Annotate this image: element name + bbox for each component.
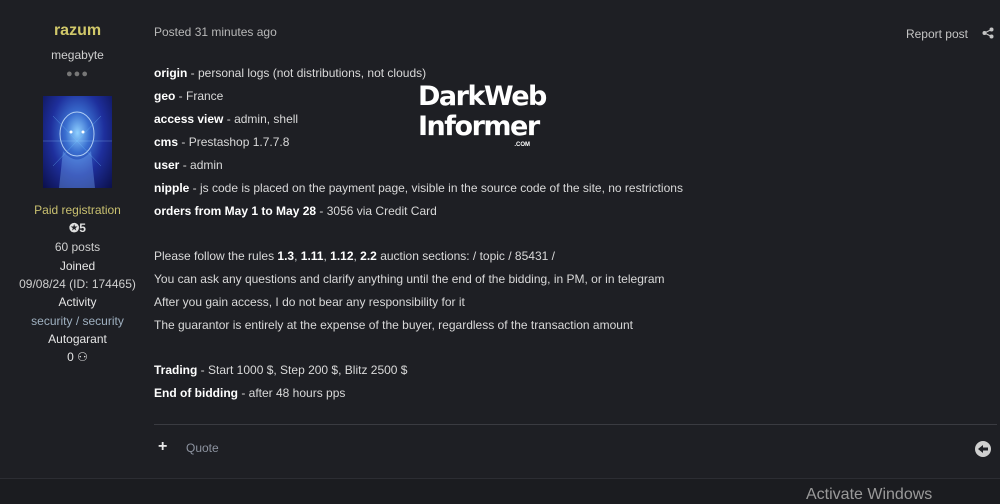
darkweb-informer-logo: DarkWeb Informer .COM (418, 81, 547, 149)
rules-line: Please follow the rules 1.3, 1.11, 1.12,… (154, 249, 555, 263)
plus-icon[interactable]: + (158, 438, 167, 456)
activity-value: security / security (31, 314, 124, 328)
author-rank: megabyte (51, 48, 104, 62)
field-line: nipple - js code is placed on the paymen… (154, 181, 683, 195)
text-line: You can ask any questions and clarify an… (154, 272, 665, 286)
share-icon[interactable] (982, 27, 994, 39)
autogarant-label: Autogarant (48, 332, 107, 346)
autogarant-value: 0 ⚇ (0, 350, 155, 364)
joined-label: Joined (59, 259, 96, 273)
post-timestamp[interactable]: Posted 31 minutes ago (154, 25, 277, 39)
field-line: orders from May 1 to May 28 - 3056 via C… (154, 204, 437, 218)
reputation-icon: ✪ (69, 221, 80, 235)
report-post-link[interactable]: Report post (906, 27, 968, 41)
handshake-icon: ⚇ (77, 350, 88, 364)
autogarant-count: 0 (67, 350, 74, 364)
text-line: After you gain access, I do not bear any… (154, 295, 465, 309)
forum-post: razum megabyte ●●● Paid registration ✪5 … (0, 0, 1000, 479)
rank-pips-icon: ●●● (66, 68, 89, 80)
quote-button[interactable]: Quote (186, 441, 219, 455)
author-sidebar: razum megabyte ●●● Paid registration ✪5 … (0, 0, 155, 478)
avatar[interactable] (43, 96, 112, 188)
field-line: user - admin (154, 158, 223, 172)
end-bidding-line: End of bidding - after 48 hours pps (154, 386, 346, 400)
avatar-head-icon (43, 111, 112, 188)
trading-line: Trading - Start 1000 $, Step 200 $, Blit… (154, 363, 408, 377)
reputation-badge: ✪5 (0, 221, 155, 235)
back-arrow-icon[interactable] (974, 440, 992, 458)
reputation-count: 5 (79, 221, 86, 235)
joined-value: 09/08/24 (ID: 174465) (19, 277, 136, 291)
author-post-count[interactable]: 60 posts (0, 240, 155, 254)
activity-label: Activity (58, 295, 97, 309)
author-group: Paid registration (34, 203, 121, 217)
activate-windows-watermark: Activate Windows (806, 486, 933, 503)
author-username[interactable]: razum (0, 22, 155, 40)
text-line: The guarantor is entirely at the expense… (154, 318, 633, 332)
footer-divider (154, 424, 997, 425)
